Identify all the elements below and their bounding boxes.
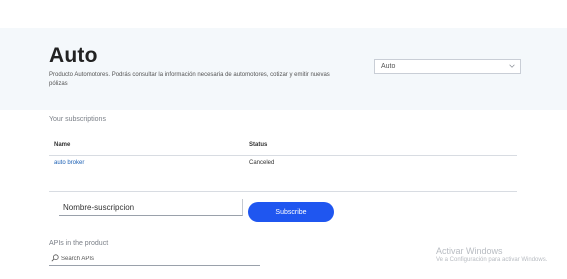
subscription-status: Canceled	[249, 160, 275, 166]
subscription-name-link[interactable]: auto broker	[54, 160, 84, 166]
product-description: Producto Automotores. Podrás consultar l…	[49, 72, 330, 87]
chevron-down-icon	[509, 64, 515, 68]
page-title: Auto	[49, 44, 98, 67]
subscriptions-section-label: Your subscriptions	[49, 116, 106, 123]
top-bar	[0, 0, 567, 29]
windows-activation-watermark-title: Activar Windows	[436, 246, 503, 256]
api-search-input[interactable]	[61, 253, 251, 264]
column-header-status: Status	[249, 142, 268, 148]
table-bottom-divider	[49, 191, 517, 192]
apis-section-label: APIs in the product	[49, 240, 109, 247]
column-header-name: Name	[54, 142, 71, 148]
subscription-name-input[interactable]	[59, 199, 243, 216]
windows-activation-watermark-subtitle: Ve a Configuración para activar Windows.	[436, 257, 548, 263]
api-search-field[interactable]	[49, 253, 260, 266]
table-header-divider	[49, 155, 517, 156]
product-select[interactable]: Auto	[374, 59, 521, 74]
subscribe-button[interactable]: Subscribe	[248, 202, 334, 222]
search-icon	[51, 254, 59, 262]
product-select-value: Auto	[381, 63, 396, 70]
